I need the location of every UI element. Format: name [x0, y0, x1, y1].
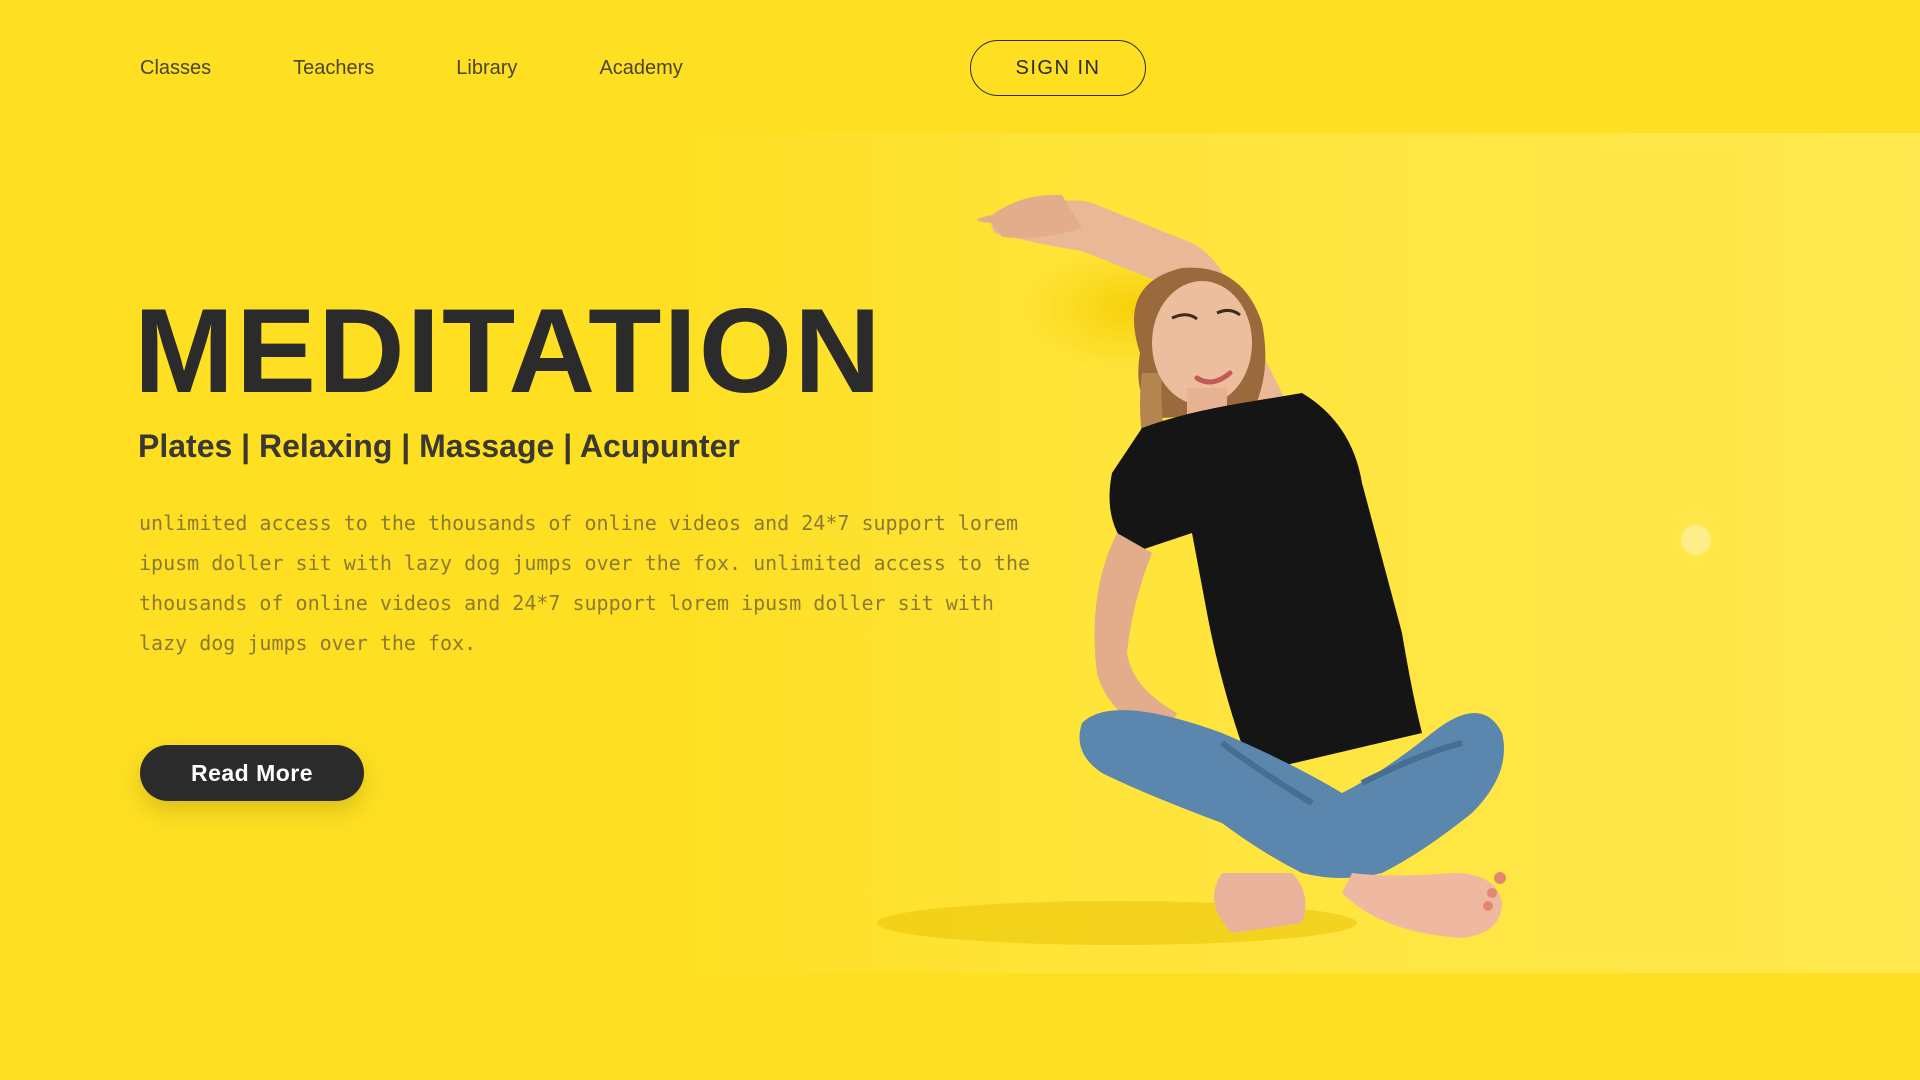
nav-link-classes[interactable]: Classes	[140, 57, 211, 80]
landing-page: Classes Teachers Library Academy SIGN IN…	[0, 0, 1920, 1080]
hero-subtitle: Plates | Relaxing | Massage | Acupunter	[138, 428, 740, 464]
main-nav: Classes Teachers Library Academy	[140, 40, 683, 96]
sign-in-button[interactable]: SIGN IN	[970, 40, 1146, 96]
hero-description: unlimited access to the thousands of onl…	[139, 511, 1031, 655]
hero-title: MEDITATION	[134, 284, 883, 418]
nav-link-teachers[interactable]: Teachers	[293, 57, 374, 80]
nav-link-library[interactable]: Library	[456, 57, 517, 80]
read-more-button[interactable]: Read More	[140, 745, 364, 801]
nav-link-academy[interactable]: Academy	[599, 57, 682, 80]
